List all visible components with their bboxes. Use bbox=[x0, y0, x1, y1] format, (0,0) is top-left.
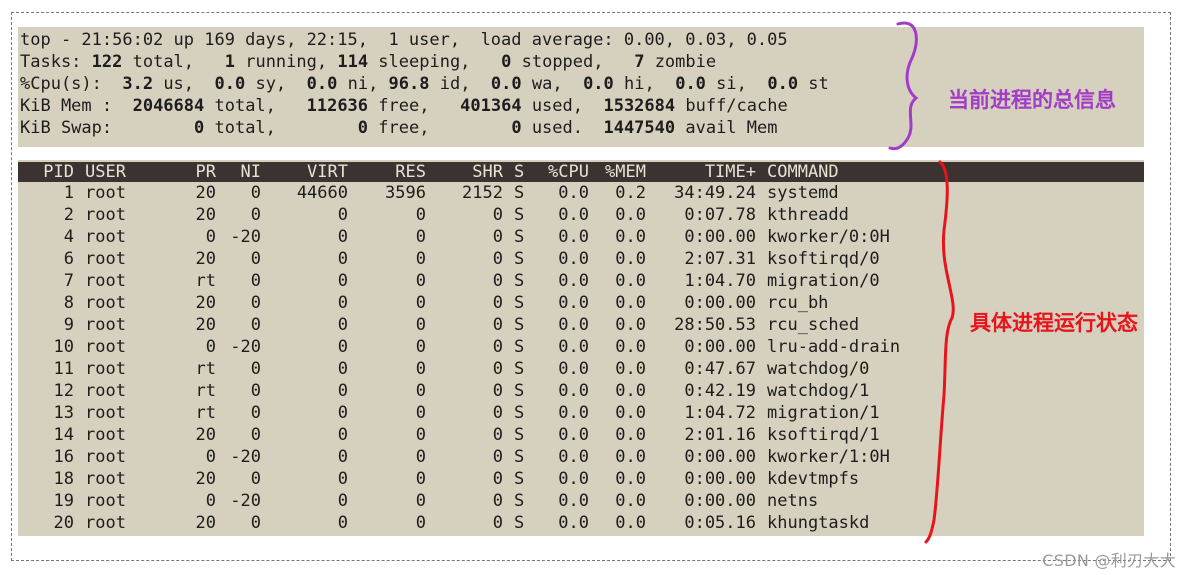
watermark: CSDN @利刃大大 bbox=[1042, 551, 1176, 570]
process-annotation: 具体进程运行状态 bbox=[970, 311, 1138, 335]
summary-annotation: 当前进程的总信息 bbox=[948, 88, 1116, 112]
process-bracket bbox=[924, 160, 955, 544]
summary-bracket bbox=[888, 21, 919, 151]
